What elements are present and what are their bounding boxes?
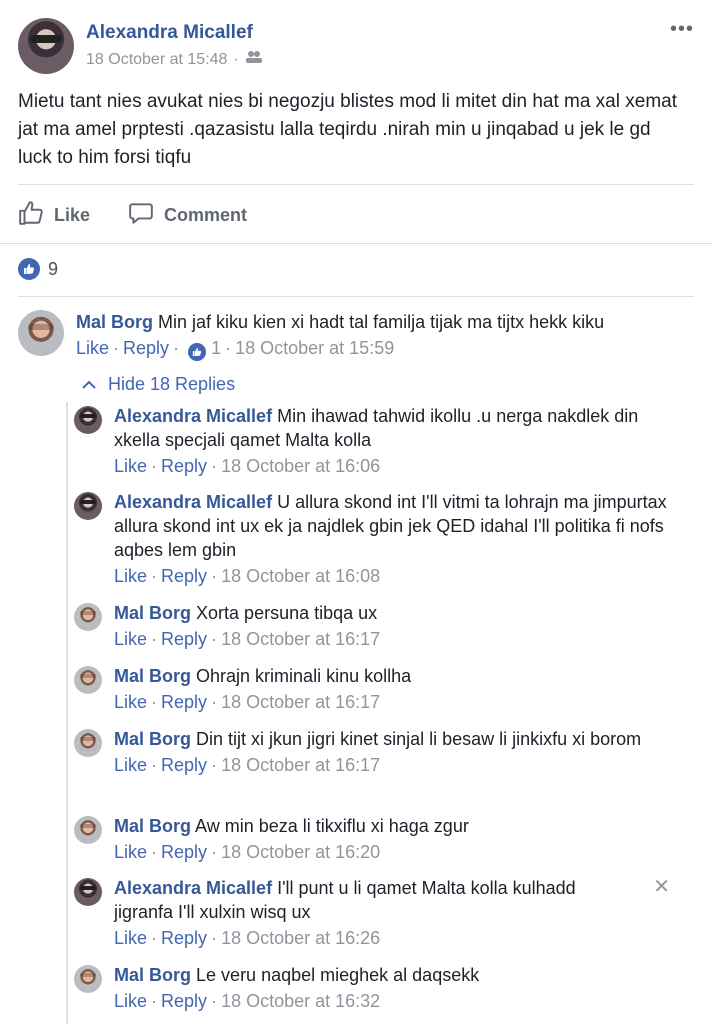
friends-icon[interactable] <box>245 50 263 69</box>
comment-text: Min jaf kiku kien xi hadt tal familja ti… <box>158 312 605 332</box>
commenter-avatar[interactable] <box>74 878 102 906</box>
commenter-avatar[interactable] <box>74 729 102 757</box>
post-text: Mietu tant nies avukat nies bi negozju b… <box>18 91 677 168</box>
like-button[interactable]: Like <box>18 200 90 231</box>
comment-like-link[interactable]: Like <box>76 338 109 358</box>
reply-timestamp[interactable]: 18 October at 16:08 <box>221 566 380 586</box>
reply-reply-link[interactable]: Reply <box>161 456 207 476</box>
reply-text: Le veru naqbel mieghek al daqsekk <box>196 965 480 985</box>
like-reaction-icon <box>188 343 207 361</box>
chevron-up-icon <box>82 374 96 395</box>
reaction-count: 9 <box>48 258 59 279</box>
hide-replies-label: Hide 18 Replies <box>108 374 236 394</box>
post-author[interactable]: Alexandra Micallef <box>86 22 253 44</box>
commenter-avatar[interactable] <box>74 492 102 520</box>
comment-reply-link[interactable]: Reply <box>123 338 169 358</box>
reply-like-link[interactable]: Like <box>114 755 147 775</box>
reaction-summary[interactable]: 9 <box>18 258 58 280</box>
reply-author[interactable]: Mal Borg <box>114 729 191 749</box>
comment-timestamp[interactable]: 18 October at 15:59 <box>235 338 394 358</box>
comment-button[interactable]: Comment <box>128 200 247 231</box>
reply-author[interactable]: Mal Borg <box>114 816 191 836</box>
reply-like-link[interactable]: Like <box>114 629 147 649</box>
like-reaction-icon <box>18 258 40 280</box>
reply-like-link[interactable]: Like <box>114 692 147 712</box>
commenter-avatar[interactable] <box>74 965 102 993</box>
reply-text: Ohrajn kriminali kinu kollha <box>196 666 412 686</box>
reply-reply-link[interactable]: Reply <box>161 928 207 948</box>
reply-timestamp[interactable]: 18 October at 16:06 <box>221 456 380 476</box>
reply-author[interactable]: Mal Borg <box>114 666 191 686</box>
reply-reply-link[interactable]: Reply <box>161 629 207 649</box>
reply-reply-link[interactable]: Reply <box>161 991 207 1011</box>
thumbs-up-icon <box>18 200 44 231</box>
divider <box>18 296 694 297</box>
post-meta: 18 October at 15:48 · <box>86 50 263 69</box>
more-options-icon[interactable]: ••• <box>670 18 694 41</box>
post-card: Alexandra Micallef 18 October at 15:48 ·… <box>0 0 712 244</box>
divider <box>18 184 694 185</box>
reply-author[interactable]: Alexandra Micallef <box>114 406 272 426</box>
post-timestamp[interactable]: 18 October at 15:48 <box>86 51 227 69</box>
reply-author[interactable]: Mal Borg <box>114 965 191 985</box>
reply-like-link[interactable]: Like <box>114 566 147 586</box>
commenter-avatar[interactable] <box>18 310 64 356</box>
reply-thread-line <box>66 402 68 1024</box>
reply-reply-link[interactable]: Reply <box>161 842 207 862</box>
comment-icon <box>128 200 154 231</box>
hide-replies-button[interactable]: Hide 18 Replies <box>82 374 235 395</box>
reply-author[interactable]: Mal Borg <box>114 603 191 623</box>
comment-actions: Like · Reply · 1 · 18 October at 15:59 <box>76 338 696 361</box>
reply-like-link[interactable]: Like <box>114 842 147 862</box>
reply-timestamp[interactable]: 18 October at 16:17 <box>221 755 380 775</box>
reply-like-link[interactable]: Like <box>114 991 147 1011</box>
reply-timestamp[interactable]: 18 October at 16:20 <box>221 842 380 862</box>
reply-like-link[interactable]: Like <box>114 456 147 476</box>
commenter-avatar[interactable] <box>74 816 102 844</box>
reply-timestamp[interactable]: 18 October at 16:32 <box>221 991 380 1011</box>
reply-text: Aw min beza li tikxiflu xi haga zgur <box>195 816 469 836</box>
commenter-avatar[interactable] <box>74 603 102 631</box>
like-label: Like <box>54 205 91 225</box>
reply-reply-link[interactable]: Reply <box>161 692 207 712</box>
comment-like-count: 1 <box>211 338 222 358</box>
reply-timestamp[interactable]: 18 October at 16:17 <box>221 692 380 712</box>
reply-author[interactable]: Alexandra Micallef <box>114 878 272 898</box>
reply-reply-link[interactable]: Reply <box>161 566 207 586</box>
reply-text: Xorta persuna tibqa ux <box>196 603 378 623</box>
comment-label: Comment <box>164 205 248 225</box>
reply-text: Din tijt xi jkun jigri kinet sinjal li b… <box>196 729 642 749</box>
author-avatar[interactable] <box>18 18 74 74</box>
commenter-avatar[interactable] <box>74 406 102 434</box>
commenter-avatar[interactable] <box>74 666 102 694</box>
reply-author[interactable]: Alexandra Micallef <box>114 492 272 512</box>
comment-author[interactable]: Mal Borg <box>76 312 153 332</box>
reply-like-link[interactable]: Like <box>114 928 147 948</box>
reply-reply-link[interactable]: Reply <box>161 755 207 775</box>
reply-timestamp[interactable]: 18 October at 16:17 <box>221 629 380 649</box>
reply-timestamp[interactable]: 18 October at 16:26 <box>221 928 380 948</box>
close-icon[interactable]: ✕ <box>653 874 670 899</box>
